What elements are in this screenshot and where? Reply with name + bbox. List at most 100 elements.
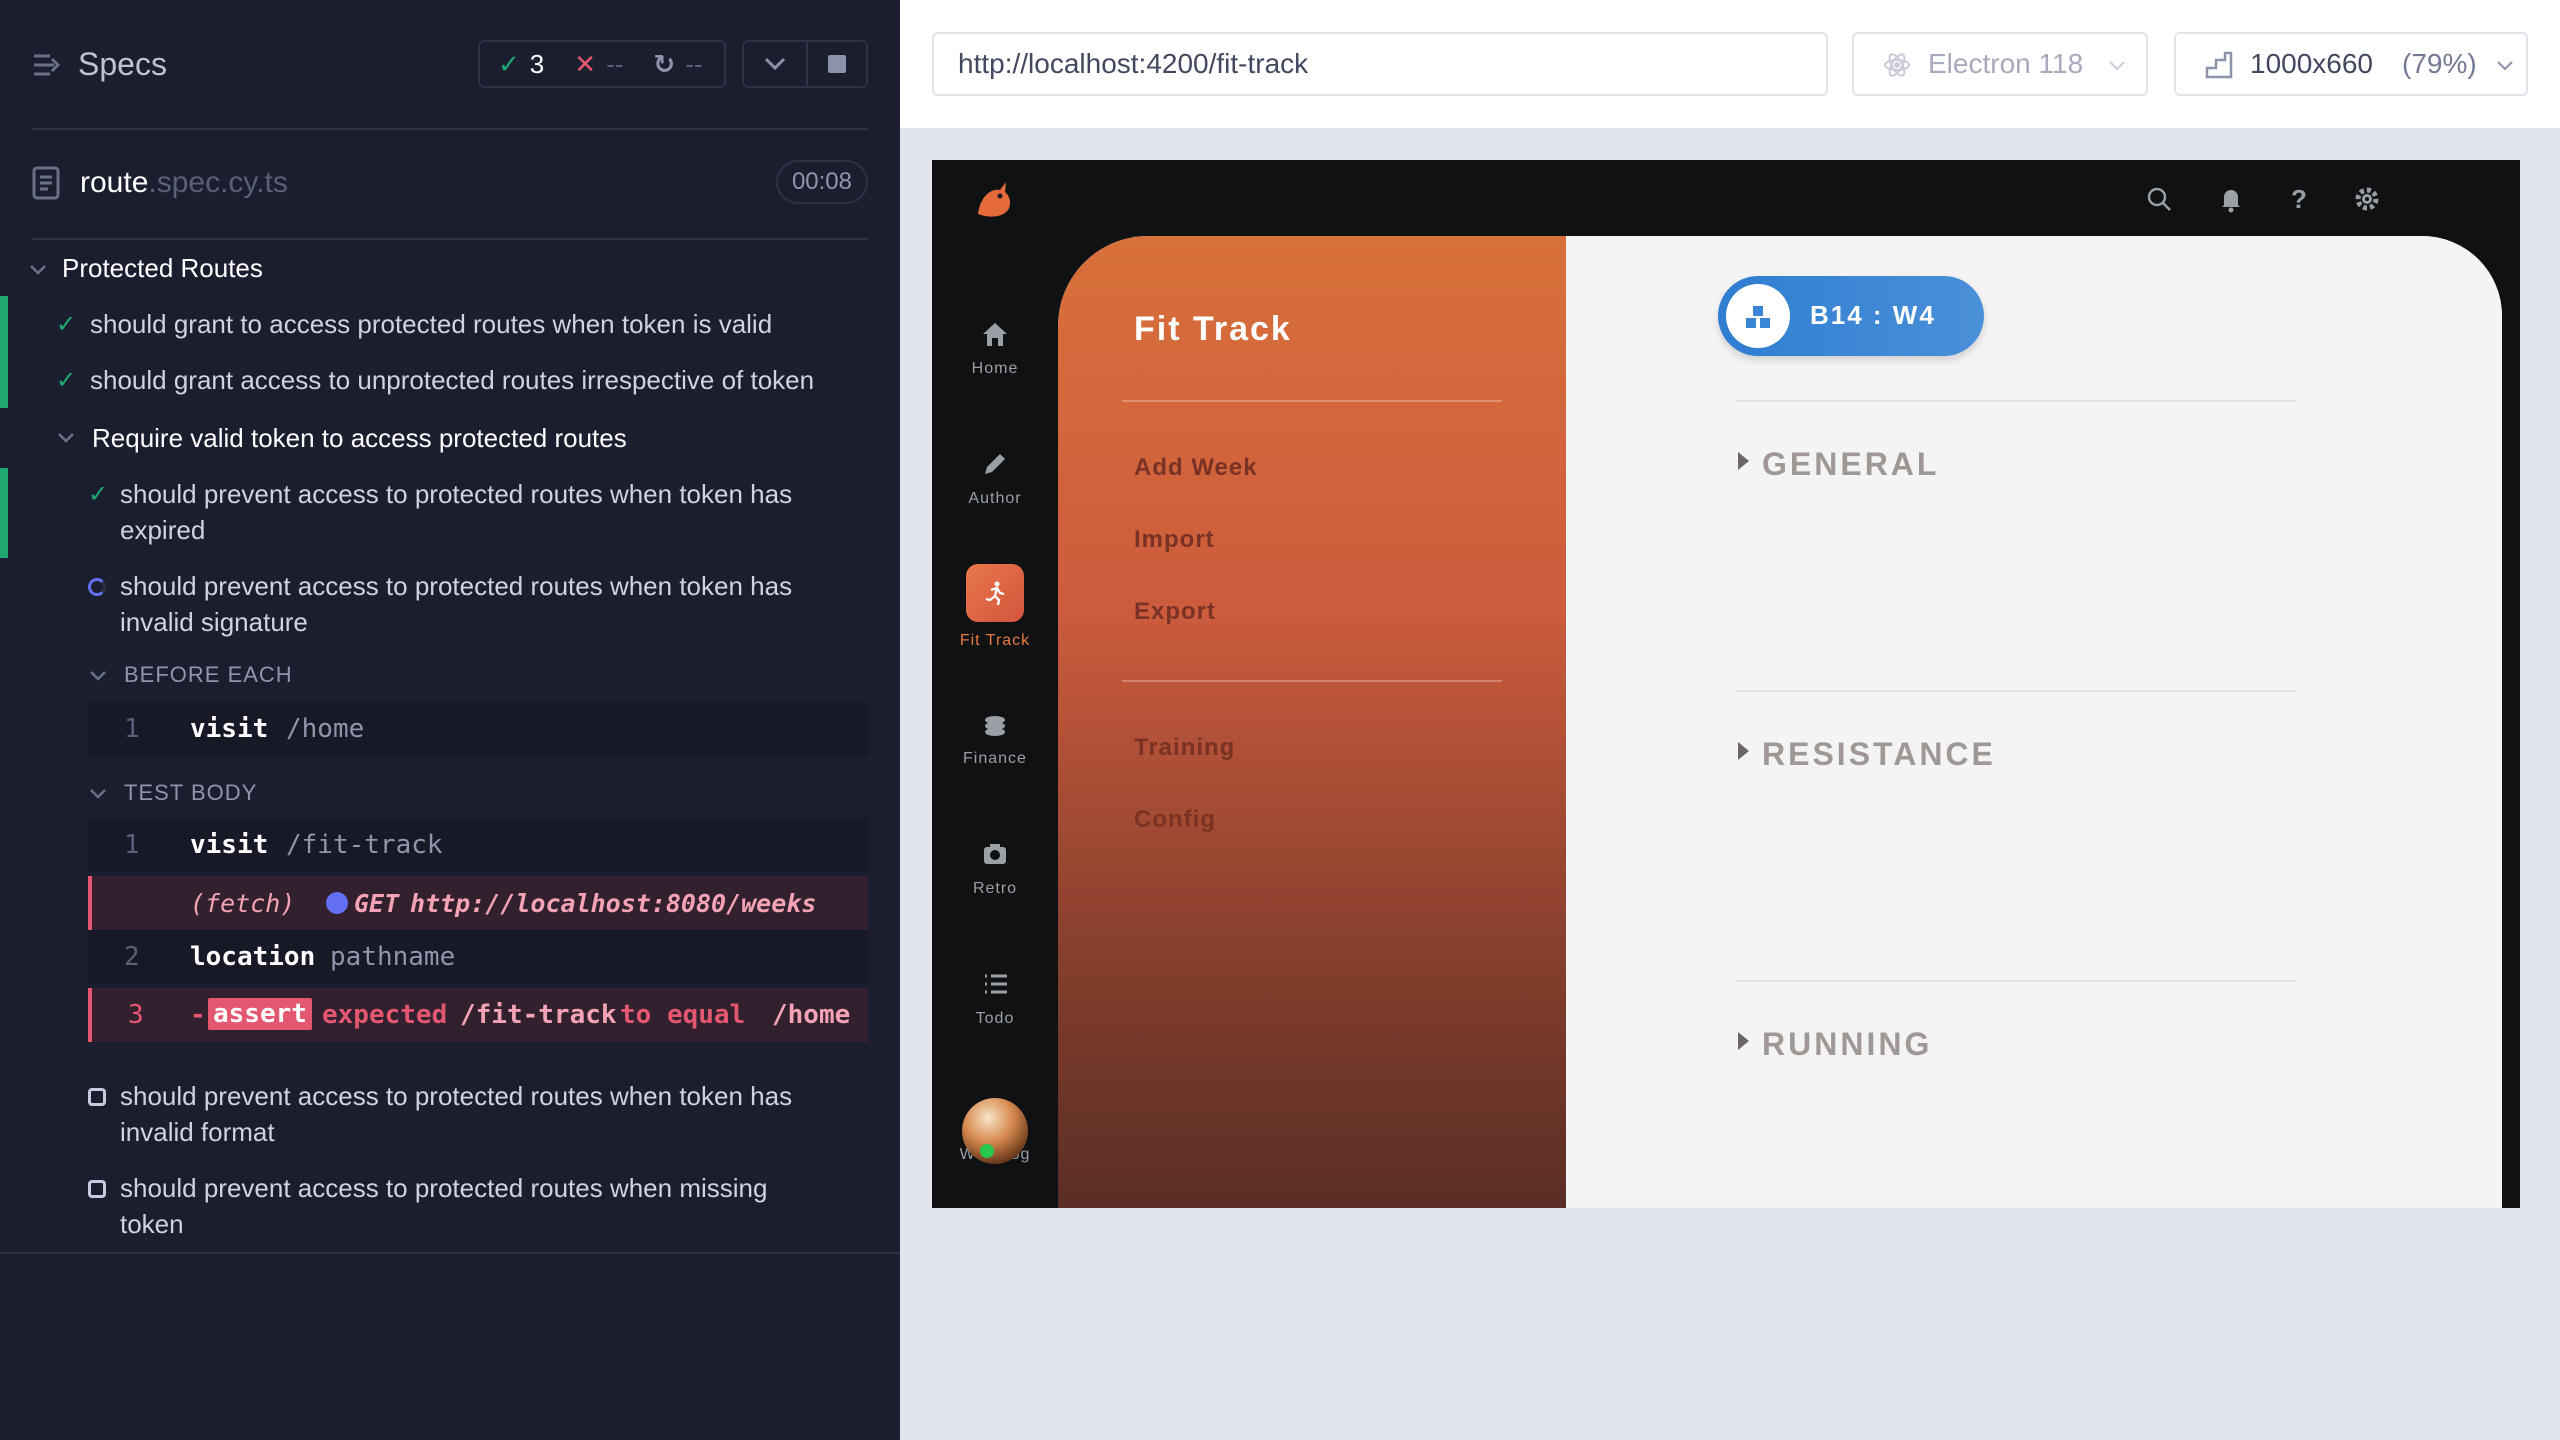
command-log-panel: Specs ✓ 3 ✕ -- ↻ -- route.spec.cy.ts 00:… [0,0,900,1440]
pending-icon [88,1180,106,1198]
section-running[interactable]: RUNNING [1762,1026,1932,1063]
test-title-cont: token [120,1209,184,1239]
test-title[interactable]: should grant to access protected routes … [90,306,772,342]
browser-selector[interactable]: Electron 118 [1852,32,2148,96]
command-row[interactable]: 1 visit /home [88,702,868,756]
hook-label[interactable]: BEFORE EACH [124,662,293,688]
chevron-down-icon[interactable] [56,428,76,448]
divider [1736,690,2296,692]
failed-count: ✕ -- [574,48,624,79]
chevron-down-icon[interactable] [88,784,108,804]
divider [1122,400,1502,402]
url-field[interactable]: http://localhost:4200/fit-track [932,32,1828,96]
test-title-cont: invalid signature [120,607,308,637]
nested-suite-title[interactable]: Require valid token to access protected … [92,420,627,456]
divider [1736,400,2296,402]
command-row[interactable]: 2 location pathname [88,930,868,984]
electron-icon [1884,53,1910,77]
nav-home[interactable]: Home [932,318,1058,378]
pencil-icon [985,454,1005,474]
caret-right-icon [1738,1032,1749,1050]
aut-toolbar: http://localhost:4200/fit-track Electron… [900,0,2560,128]
home-icon [983,323,1007,346]
test-title[interactable]: should grant access to unprotected route… [90,362,814,398]
nav-finance[interactable]: Finance [932,708,1058,768]
divider [1736,980,2296,982]
specs-list-icon[interactable] [32,50,62,80]
nav-retro[interactable]: Retro [932,838,1058,898]
spec-file-name[interactable]: route.spec.cy.ts [80,166,288,200]
week-selector-pill[interactable]: B14 : W4 [1718,276,1984,356]
fit-track-content: B14 : W4 GENERAL RESISTANCE RUNNING [1566,236,2502,1208]
user-avatar[interactable] [962,1098,1028,1164]
file-icon [32,166,60,200]
pass-indicator-bar [0,296,8,408]
running-spinner-icon [88,578,106,596]
menu-add-week[interactable]: Add Week [1134,454,1258,482]
caret-right-icon [1738,452,1749,470]
reporter-header: Specs ✓ 3 ✕ -- ↻ -- [0,0,900,130]
specs-title[interactable]: Specs [78,46,167,83]
menu-export[interactable]: Export [1134,598,1216,626]
spec-file-row: route.spec.cy.ts 00:08 [32,160,868,210]
check-icon: ✓ [56,311,77,338]
stop-icon [828,55,846,73]
week-label: B14 : W4 [1810,300,1936,330]
help-icon[interactable]: ? [2284,184,2314,214]
request-dot-icon [326,892,348,914]
test-title[interactable]: should prevent access to protected route… [120,1078,792,1114]
nav-fit-track[interactable]: Fit Track [932,564,1058,650]
bird-logo-icon[interactable] [972,178,1016,222]
test-title-cont: expired [120,515,206,545]
app-header: ? [932,160,2520,240]
online-status-dot [980,1144,994,1158]
test-title[interactable]: should prevent access to protected route… [120,568,792,604]
divider [32,238,868,240]
x-icon: ✕ [574,48,597,79]
assert-badge: assert [208,998,312,1030]
chevron-down-icon [2109,61,2125,71]
suite-title[interactable]: Protected Routes [62,250,263,286]
check-icon: ✓ [56,367,77,394]
gear-icon[interactable] [2352,184,2382,214]
test-title-cont: invalid format [120,1117,275,1147]
spinner-icon: ↻ [653,48,676,79]
passed-count: ✓ 3 [498,48,545,79]
menu-import[interactable]: Import [1134,526,1215,554]
nav-todo[interactable]: Todo [932,968,1058,1028]
bell-icon[interactable] [2216,184,2246,214]
test-title[interactable]: should prevent access to protected route… [120,1170,767,1206]
check-icon: ✓ [88,481,109,508]
chevron-down-icon [764,57,786,71]
divider [1122,680,1502,682]
app-sidebar: Home Author Fit Track Finance Retro Todo [932,240,1058,1208]
menu-training[interactable]: Training [1134,734,1235,762]
section-resistance[interactable]: RESISTANCE [1762,736,1996,773]
viewport-selector[interactable]: 1000x660 (79%) [2174,32,2528,96]
week-avatar [1726,284,1790,348]
command-row[interactable]: 1 visit /fit-track [88,818,868,872]
pending-count: ↻ -- [653,48,703,79]
chevron-down-icon[interactable] [88,666,108,686]
camera-icon [984,844,1006,864]
pass-indicator-bar [0,468,8,558]
fetch-request-row[interactable]: (fetch) GET http://localhost:8080/weeks [88,876,868,930]
test-title[interactable]: should prevent access to protected route… [120,476,792,512]
hook-label[interactable]: TEST BODY [124,780,257,806]
app-under-test: ? Home Author Fit Track Finance Retro To… [932,160,2520,1208]
menu-config[interactable]: Config [1134,806,1216,834]
section-general[interactable]: GENERAL [1762,446,1939,483]
search-icon[interactable] [2144,184,2174,214]
toggle-auto-scroll-button[interactable] [742,40,808,88]
blocks-icon [1746,306,1770,328]
caret-right-icon [1738,742,1749,760]
chevron-down-icon[interactable] [28,260,48,280]
failed-assert-row[interactable]: 3 - assert expected /fit-track to equal … [88,988,868,1042]
pending-icon [88,1088,106,1106]
ruler-icon [2205,51,2233,79]
fit-track-card: Fit Track Add Week Import Export Trainin… [1058,236,2502,1208]
test-stats: ✓ 3 ✕ -- ↻ -- [478,40,726,88]
fit-track-menu-panel: Fit Track Add Week Import Export Trainin… [1058,236,1566,1208]
nav-author[interactable]: Author [932,448,1058,508]
stop-button[interactable] [806,40,868,88]
